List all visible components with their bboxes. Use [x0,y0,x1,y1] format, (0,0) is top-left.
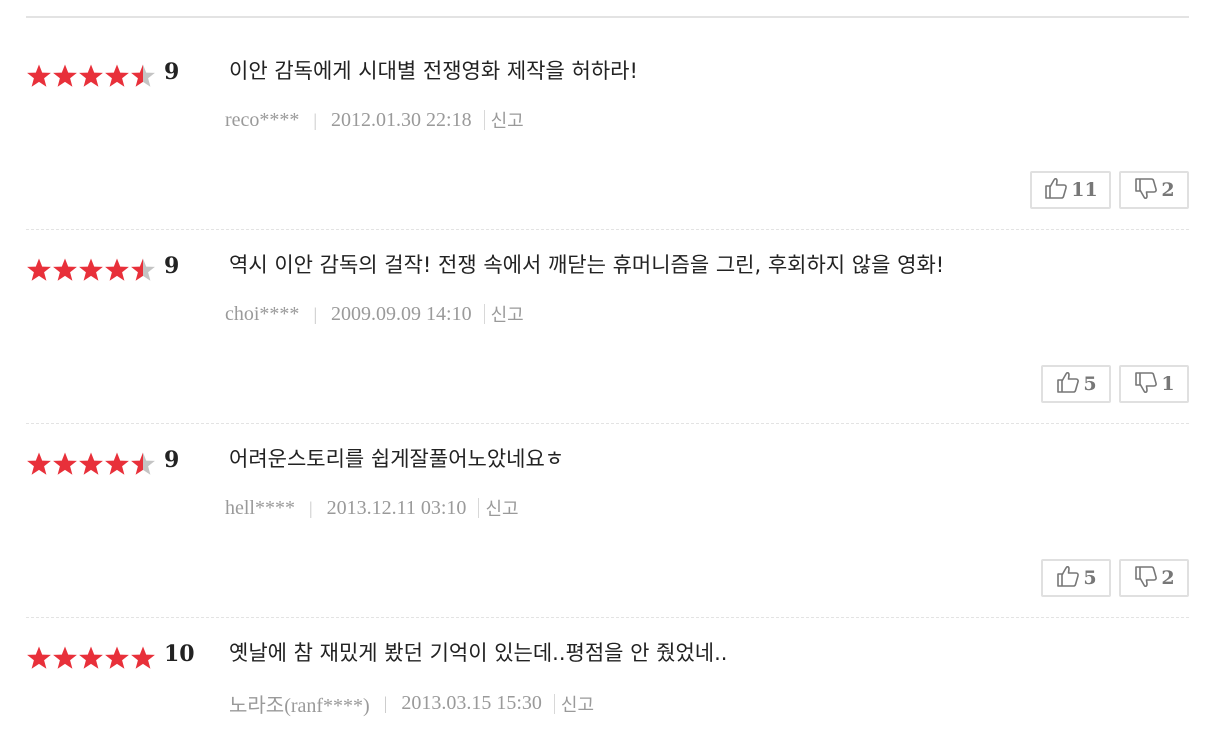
review-score: 9 [164,59,180,85]
like-count: 5 [1083,567,1097,589]
review-date: 2012.01.30 22:18 [331,108,472,131]
dislike-count: 2 [1161,179,1175,201]
star-icon [27,258,51,281]
star-icon [79,258,103,281]
star-icon [79,452,103,475]
star-icon [131,452,155,475]
review-text: 이안 감독에게 시대별 전쟁영화 제작을 허하라! [229,59,638,83]
star-icon [105,452,129,475]
review-text: 옛날에 참 재밌게 봤던 기억이 있는데..평점을 안 줬었네.. [229,641,728,665]
like-button[interactable]: 5 [1041,365,1111,403]
star-rating [26,63,156,89]
report-link[interactable]: 신고 [491,301,524,327]
review-date: 2013.12.11 03:10 [326,496,467,519]
like-button[interactable]: 5 [1041,559,1111,597]
thumbs-up-icon [1043,175,1069,206]
star-icon [131,258,155,281]
review-divider [26,617,1189,618]
report-link[interactable]: 신고 [561,691,594,717]
thumbs-up-icon [1055,369,1081,400]
star-icon [27,452,51,475]
meta-separator: | [309,497,313,518]
review-user[interactable]: choi**** [225,303,299,326]
like-count: 11 [1071,179,1098,201]
report-link[interactable]: 신고 [491,107,524,133]
meta-separator [483,110,485,130]
like-count: 5 [1083,373,1097,395]
review-score: 9 [164,253,180,279]
star-icon [79,64,103,87]
review-user[interactable]: 노라조(ranf****) [229,689,370,718]
review-user[interactable]: reco**** [225,109,299,132]
review-user[interactable]: hell**** [225,497,295,520]
meta-separator [478,498,480,518]
review-meta: reco**** | 2012.01.30 22:18 신고 [225,107,524,133]
meta-separator: | [313,109,318,130]
like-button[interactable]: 11 [1030,171,1111,209]
dislike-count: 1 [1161,373,1175,395]
star-icon [105,258,129,281]
star-rating [26,451,156,477]
star-rating [26,645,156,671]
vote-buttons: 5 2 [1041,559,1189,597]
review-date: 2009.09.09 14:10 [331,302,472,325]
dislike-button[interactable]: 1 [1119,365,1189,403]
review-text: 어려운스토리를 쉽게잘풀어노았네요ㅎ [229,447,565,471]
meta-separator [553,693,555,714]
thumbs-down-icon [1133,175,1159,206]
star-icon [53,452,77,475]
review-score: 9 [164,447,180,473]
star-icon [53,646,77,669]
review-divider [26,229,1189,230]
star-icon [131,64,155,87]
star-icon [105,64,129,87]
vote-buttons: 5 1 [1041,365,1189,403]
star-icon [53,258,77,281]
star-icon [27,646,51,669]
meta-separator [483,304,485,324]
report-link[interactable]: 신고 [485,495,518,521]
star-icon [53,64,77,87]
thumbs-down-icon [1133,563,1159,594]
meta-separator: | [313,303,318,324]
star-rating [26,257,156,283]
star-icon [79,646,103,669]
review-text: 역시 이안 감독의 걸작! 전쟁 속에서 깨닫는 휴머니즘을 그린, 후회하지 … [229,253,945,277]
dislike-button[interactable]: 2 [1119,559,1189,597]
review-meta: choi**** | 2009.09.09 14:10 신고 [225,301,524,327]
thumbs-up-icon [1055,563,1081,594]
top-divider [26,16,1189,18]
review-score: 10 [164,641,195,667]
meta-separator: | [383,693,388,713]
review-meta: hell**** | 2013.12.11 03:10 신고 [225,495,519,521]
review-meta: 노라조(ranf****) | 2013.03.15 15:30 신고 [229,689,594,718]
review-divider [26,423,1189,424]
dislike-button[interactable]: 2 [1119,171,1189,209]
thumbs-down-icon [1133,369,1159,400]
star-icon [27,64,51,87]
dislike-count: 2 [1161,567,1175,589]
star-icon [105,646,129,669]
vote-buttons: 11 2 [1030,171,1189,209]
star-icon [131,646,155,669]
review-date: 2013.03.15 15:30 [401,692,542,714]
